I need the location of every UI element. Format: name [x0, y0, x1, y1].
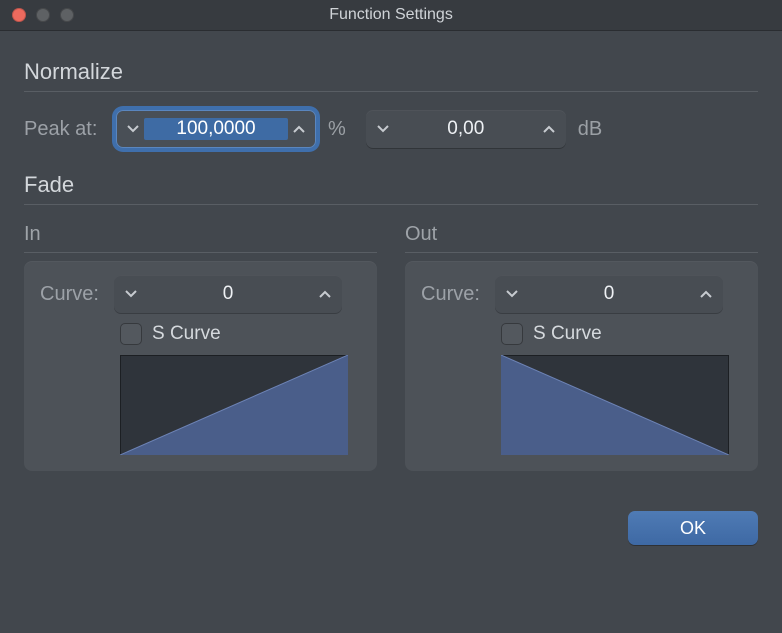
ok-button[interactable]: OK	[628, 511, 758, 545]
chevron-up-icon[interactable]	[288, 125, 310, 133]
fade-out-curve-row: Curve: 0	[421, 275, 742, 313]
db-value[interactable]: 0,00	[394, 118, 538, 140]
fade-out-scurve-checkbox[interactable]	[501, 323, 523, 345]
fade-in-curve-label: Curve:	[40, 283, 104, 306]
chevron-down-icon[interactable]	[122, 125, 144, 133]
close-icon[interactable]	[12, 8, 26, 22]
fade-in-column: In Curve: 0 S Curve	[24, 223, 377, 471]
chevron-down-icon[interactable]	[501, 290, 523, 298]
fade-in-scurve-checkbox[interactable]	[120, 323, 142, 345]
titlebar: Function Settings	[0, 0, 782, 31]
fade-out-scurve-row: S Curve	[421, 323, 742, 345]
db-stepper[interactable]: 0,00	[366, 110, 566, 148]
fade-columns: In Curve: 0 S Curve	[24, 223, 758, 471]
footer: OK	[0, 491, 782, 545]
fade-out-curve-label: Curve:	[421, 283, 485, 306]
minimize-icon[interactable]	[36, 8, 50, 22]
fade-in-preview	[120, 355, 348, 455]
fade-in-scurve-row: S Curve	[40, 323, 361, 345]
fade-out-subhead: Out	[405, 223, 758, 253]
fade-out-panel: Curve: 0 S Curve	[405, 261, 758, 471]
fade-in-scurve-label: S Curve	[152, 323, 221, 345]
chevron-down-icon[interactable]	[120, 290, 142, 298]
section-fade-title: Fade	[24, 172, 758, 205]
chevron-up-icon[interactable]	[314, 290, 336, 298]
fade-out-preview	[501, 355, 729, 455]
chevron-down-icon[interactable]	[372, 125, 394, 133]
normalize-row: Peak at: 100,0000 % 0,00 dB	[24, 110, 758, 148]
fade-in-curve-stepper[interactable]: 0	[114, 275, 342, 313]
fade-out-curve-stepper[interactable]: 0	[495, 275, 723, 313]
fade-out-column: Out Curve: 0 S Curv	[405, 223, 758, 471]
zoom-icon[interactable]	[60, 8, 74, 22]
peak-value[interactable]: 100,0000	[144, 118, 288, 140]
chevron-up-icon[interactable]	[538, 125, 560, 133]
fade-in-panel: Curve: 0 S Curve	[24, 261, 377, 471]
section-normalize-title: Normalize	[24, 59, 758, 92]
window-controls	[0, 8, 74, 22]
chevron-up-icon[interactable]	[695, 290, 717, 298]
fade-out-curve-value[interactable]: 0	[523, 283, 695, 305]
window-title: Function Settings	[0, 6, 782, 24]
fade-in-subhead: In	[24, 223, 377, 253]
content: Normalize Peak at: 100,0000 % 0,00 dB Fa…	[0, 31, 782, 491]
peak-stepper[interactable]: 100,0000	[116, 110, 316, 148]
fade-in-curve-row: Curve: 0	[40, 275, 361, 313]
peak-at-label: Peak at:	[24, 118, 104, 141]
peak-unit: %	[328, 118, 346, 141]
fade-out-scurve-label: S Curve	[533, 323, 602, 345]
db-unit: dB	[578, 118, 602, 141]
fade-in-curve-value[interactable]: 0	[142, 283, 314, 305]
